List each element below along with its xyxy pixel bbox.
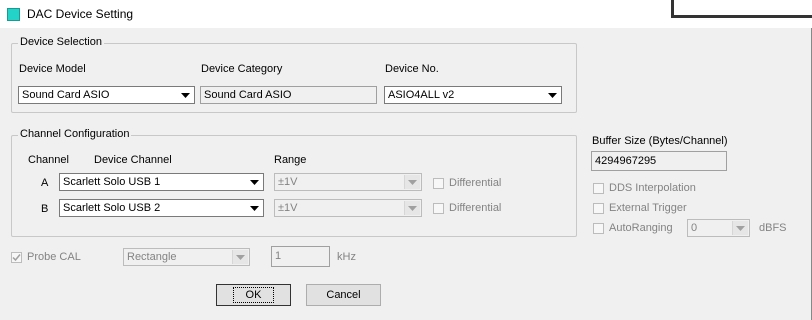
channel-b-differential-checkbox[interactable]: Differential: [433, 202, 501, 214]
ok-button[interactable]: OK: [216, 284, 291, 306]
probe-frequency-unit: kHz: [337, 251, 356, 263]
buffer-size-value: 4294967295: [595, 155, 657, 167]
channel-a-device-value: Scarlett Solo USB 1: [63, 176, 161, 188]
ok-button-label: OK: [232, 287, 275, 303]
device-number-label: Device No.: [385, 63, 439, 75]
channel-a-range-value: ±1V: [278, 176, 298, 188]
cancel-button[interactable]: Cancel: [306, 284, 381, 306]
device-number-select[interactable]: ASIO4ALL v2: [384, 86, 562, 104]
dds-interpolation-checkbox[interactable]: DDS Interpolation: [593, 182, 696, 194]
device-category-field: Sound Card ASIO: [200, 86, 377, 104]
probe-waveform-value: Rectangle: [127, 251, 177, 263]
probe-cal-checkbox[interactable]: Probe CAL: [11, 251, 81, 263]
channel-a-differential-checkbox[interactable]: Differential: [433, 177, 501, 189]
buffer-size-label: Buffer Size (Bytes/Channel): [592, 135, 728, 147]
background-window-fragment: [671, 0, 812, 18]
dds-interpolation-label: DDS Interpolation: [609, 182, 696, 194]
checkmark-icon: [12, 253, 21, 261]
checkbox-box: [593, 222, 604, 234]
device-category-label: Device Category: [201, 63, 283, 75]
channel-configuration-legend: Channel Configuration: [18, 128, 132, 140]
channel-b-range-select[interactable]: ±1V: [274, 199, 422, 217]
channel-header: Channel: [28, 154, 69, 166]
device-model-label: Device Model: [19, 63, 86, 75]
chevron-down-icon: [247, 201, 262, 215]
checkbox-box: [593, 182, 604, 194]
channel-a-range-select[interactable]: ±1V: [274, 173, 422, 191]
chevron-down-icon: [232, 250, 248, 264]
channel-b-range-value: ±1V: [278, 202, 298, 214]
device-category-value: Sound Card ASIO: [204, 89, 292, 101]
chevron-down-icon: [732, 221, 748, 235]
external-trigger-checkbox[interactable]: External Trigger: [593, 202, 687, 214]
chevron-down-icon: [404, 175, 420, 189]
external-trigger-label: External Trigger: [609, 202, 687, 214]
chevron-down-icon: [247, 175, 262, 189]
channel-b-differential-label: Differential: [449, 202, 502, 214]
channel-b-device-select[interactable]: Scarlett Solo USB 2: [59, 199, 264, 217]
checkbox-box: [433, 202, 444, 214]
channel-a-device-select[interactable]: Scarlett Solo USB 1: [59, 173, 264, 191]
autoranging-label: AutoRanging: [609, 222, 673, 234]
autoranging-level-select[interactable]: 0: [687, 219, 750, 237]
channel-a-label: A: [41, 177, 49, 189]
device-selection-legend: Device Selection: [18, 36, 104, 48]
device-channel-header: Device Channel: [94, 154, 172, 166]
device-number-value: ASIO4ALL v2: [388, 89, 455, 101]
channel-a-differential-label: Differential: [449, 177, 502, 189]
probe-cal-label: Probe CAL: [27, 251, 81, 263]
device-model-value: Sound Card ASIO: [22, 89, 110, 101]
device-model-select[interactable]: Sound Card ASIO: [18, 86, 195, 104]
checkbox-box: [11, 251, 22, 263]
probe-waveform-select[interactable]: Rectangle: [123, 248, 250, 266]
chevron-down-icon: [178, 88, 193, 102]
range-header: Range: [274, 154, 307, 166]
chevron-down-icon: [545, 88, 560, 102]
chevron-down-icon: [404, 201, 420, 215]
buffer-size-field: 4294967295: [591, 151, 727, 171]
probe-frequency-value: 1: [275, 250, 282, 262]
app-icon: [7, 8, 20, 21]
autoranging-checkbox[interactable]: AutoRanging: [593, 222, 673, 234]
autoranging-level-value: 0: [691, 222, 698, 234]
channel-b-device-value: Scarlett Solo USB 2: [63, 202, 161, 214]
checkbox-box: [433, 177, 444, 189]
probe-frequency-field[interactable]: 1: [271, 246, 330, 267]
autoranging-unit: dBFS: [759, 222, 787, 234]
channel-b-label: B: [41, 203, 49, 215]
cancel-button-label: Cancel: [326, 289, 361, 301]
window-title: DAC Device Setting: [27, 7, 134, 21]
checkbox-box: [593, 202, 604, 214]
